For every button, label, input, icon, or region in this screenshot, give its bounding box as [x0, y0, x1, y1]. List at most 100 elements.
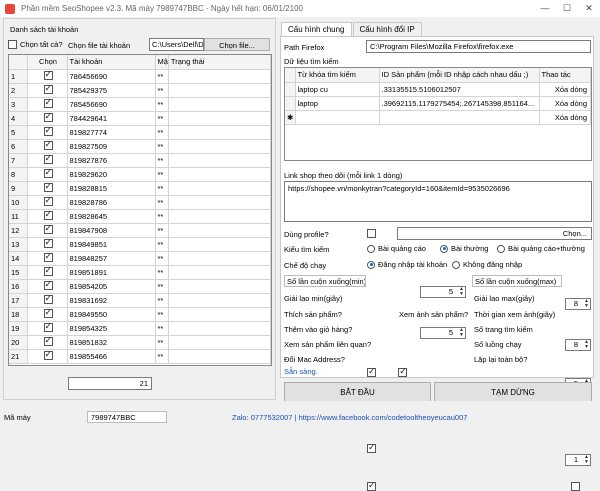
- row-select-checkbox[interactable]: [43, 195, 53, 206]
- search-type-normal-radio[interactable]: [440, 244, 448, 253]
- run-mode-login[interactable]: Đăng nhập tài khoản: [367, 260, 447, 269]
- rest-max-spinner[interactable]: 8 ▲ ▼: [565, 339, 591, 351]
- row-header[interactable]: 21: [9, 349, 28, 364]
- row-select-checkbox[interactable]: [43, 321, 53, 332]
- search-type-ads[interactable]: Bài quảng cáo: [367, 244, 426, 253]
- tab-general-config[interactable]: Cấu hình chung: [281, 22, 352, 36]
- search-keyword-cell[interactable]: laptop cu: [295, 82, 380, 97]
- column-header-action[interactable]: Thao tác: [539, 68, 591, 83]
- row-header[interactable]: 6: [9, 139, 28, 154]
- row-select-checkbox[interactable]: [43, 125, 53, 136]
- table-row[interactable]: 2 785429375**: [9, 83, 271, 98]
- row-select-cell[interactable]: [27, 349, 68, 364]
- scroll-max-spinner[interactable]: 8 ▲ ▼: [565, 298, 591, 310]
- row-select-checkbox[interactable]: [43, 139, 53, 150]
- row-header[interactable]: 13: [9, 237, 28, 252]
- row-header[interactable]: 10: [9, 195, 28, 210]
- row-select-cell[interactable]: [27, 97, 68, 112]
- row-select-cell[interactable]: [27, 335, 68, 350]
- shop-link-textarea[interactable]: https://shopee.vn/monkytran?categoryId=1…: [284, 181, 592, 222]
- row-select-checkbox[interactable]: [43, 209, 53, 220]
- search-type-normal[interactable]: Bài thường: [440, 244, 488, 253]
- table-row[interactable]: 5 819827774**: [9, 125, 271, 140]
- row-select-cell[interactable]: [27, 265, 68, 280]
- like-product-checkbox[interactable]: [367, 366, 376, 377]
- row-select-checkbox[interactable]: [43, 293, 53, 304]
- table-row[interactable]: 10 819828786**: [9, 195, 271, 210]
- row-select-cell[interactable]: [27, 181, 68, 196]
- repeat-all-checkbox[interactable]: [571, 482, 581, 491]
- row-header[interactable]: 1: [9, 69, 28, 84]
- row-header[interactable]: 7: [9, 153, 28, 168]
- row-header[interactable]: 4: [9, 111, 28, 126]
- close-icon[interactable]: ✕: [578, 3, 600, 14]
- row-select-cell[interactable]: [27, 251, 68, 266]
- row-select-checkbox[interactable]: [43, 69, 53, 80]
- table-row[interactable]: 7 819827876**: [9, 153, 271, 168]
- row-select-checkbox[interactable]: [43, 349, 53, 360]
- row-select-checkbox[interactable]: [43, 279, 53, 290]
- table-row[interactable]: 17 819831692**: [9, 293, 271, 308]
- delete-row-button[interactable]: Xóa dòng: [539, 82, 591, 97]
- view-image-checkbox[interactable]: [398, 366, 408, 377]
- row-select-cell[interactable]: [27, 111, 68, 126]
- row-header[interactable]: 17: [9, 293, 28, 308]
- row-header[interactable]: 11: [9, 209, 28, 224]
- select-all-checkbox[interactable]: [8, 40, 17, 49]
- row-header[interactable]: 20: [9, 335, 28, 350]
- account-file-path-input[interactable]: C:\Users\Dell\Desktop\z: [149, 38, 204, 51]
- table-row[interactable]: 16 819854205**: [9, 279, 271, 294]
- search-ids-cell[interactable]: .39692115.1179275454;.267145398.851164..…: [379, 96, 540, 111]
- row-header[interactable]: 9: [9, 181, 28, 196]
- rest-min-spinner[interactable]: 5 ▲ ▼: [420, 327, 466, 339]
- row-select-checkbox[interactable]: [43, 237, 53, 248]
- table-row[interactable]: 21 819855466**: [9, 349, 271, 364]
- search-row-header[interactable]: ✱: [285, 110, 296, 125]
- column-header-status[interactable]: Trạng thái: [168, 55, 271, 70]
- row-header[interactable]: 16: [9, 279, 28, 294]
- row-select-cell[interactable]: [27, 153, 68, 168]
- row-select-checkbox[interactable]: [43, 223, 53, 234]
- row-select-checkbox[interactable]: [43, 265, 53, 276]
- table-row[interactable]: 14 819848257**: [9, 251, 271, 266]
- table-row[interactable]: 18 819849550**: [9, 307, 271, 322]
- firefox-path-input[interactable]: C:\Program Files\Mozilla Firefox\firefox…: [366, 40, 591, 53]
- search-type-ads-radio[interactable]: [367, 244, 375, 253]
- row-select-checkbox[interactable]: [43, 335, 53, 346]
- row-header[interactable]: 19: [9, 321, 28, 336]
- delete-row-button[interactable]: Xóa dòng: [539, 110, 591, 125]
- row-header[interactable]: 2: [9, 83, 28, 98]
- threads-spinner[interactable]: 1 ▲ ▼: [565, 454, 591, 466]
- maximize-icon[interactable]: ☐: [556, 3, 578, 14]
- row-select-checkbox[interactable]: [43, 111, 53, 122]
- tab-ip-config[interactable]: Cấu hình đổi IP: [352, 22, 422, 36]
- row-header[interactable]: 5: [9, 125, 28, 140]
- choose-file-button[interactable]: Chọn file...: [204, 38, 270, 51]
- table-row[interactable]: 9 819828815**: [9, 181, 271, 196]
- search-row-header[interactable]: [285, 96, 296, 111]
- table-row[interactable]: 19 819854325**: [9, 321, 271, 336]
- search-type-both-radio[interactable]: [497, 244, 505, 253]
- search-ids-cell[interactable]: [379, 110, 540, 125]
- row-select-cell[interactable]: [27, 139, 68, 154]
- row-select-checkbox[interactable]: [43, 83, 53, 94]
- profile-choose-field[interactable]: Chọn...: [397, 227, 592, 240]
- row-select-cell[interactable]: [27, 209, 68, 224]
- profile-checkbox[interactable]: [367, 229, 376, 238]
- search-ids-cell[interactable]: .33135515.5106012507: [379, 82, 540, 97]
- row-select-checkbox[interactable]: [43, 251, 53, 262]
- row-select-checkbox[interactable]: [43, 307, 53, 318]
- row-select-cell[interactable]: [27, 321, 68, 336]
- scroll-min-spinner[interactable]: 5 ▲ ▼: [420, 286, 466, 298]
- select-all-checkbox-wrap[interactable]: Chọn tất cả?: [8, 40, 63, 49]
- run-mode-nologin-radio[interactable]: [452, 260, 460, 269]
- table-row[interactable]: 3 785456690**: [9, 97, 271, 112]
- row-select-checkbox[interactable]: [43, 167, 53, 178]
- search-data-grid[interactable]: Từ khóa tìm kiếm ID Sản phẩm (mỗi ID nhậ…: [284, 67, 592, 161]
- row-select-cell[interactable]: [27, 279, 68, 294]
- delete-row-button[interactable]: Xóa dòng: [539, 96, 591, 111]
- row-select-cell[interactable]: [27, 167, 68, 182]
- row-select-cell[interactable]: [27, 69, 68, 84]
- row-select-checkbox[interactable]: [43, 153, 53, 164]
- column-header-account[interactable]: Tài khoản: [67, 55, 156, 70]
